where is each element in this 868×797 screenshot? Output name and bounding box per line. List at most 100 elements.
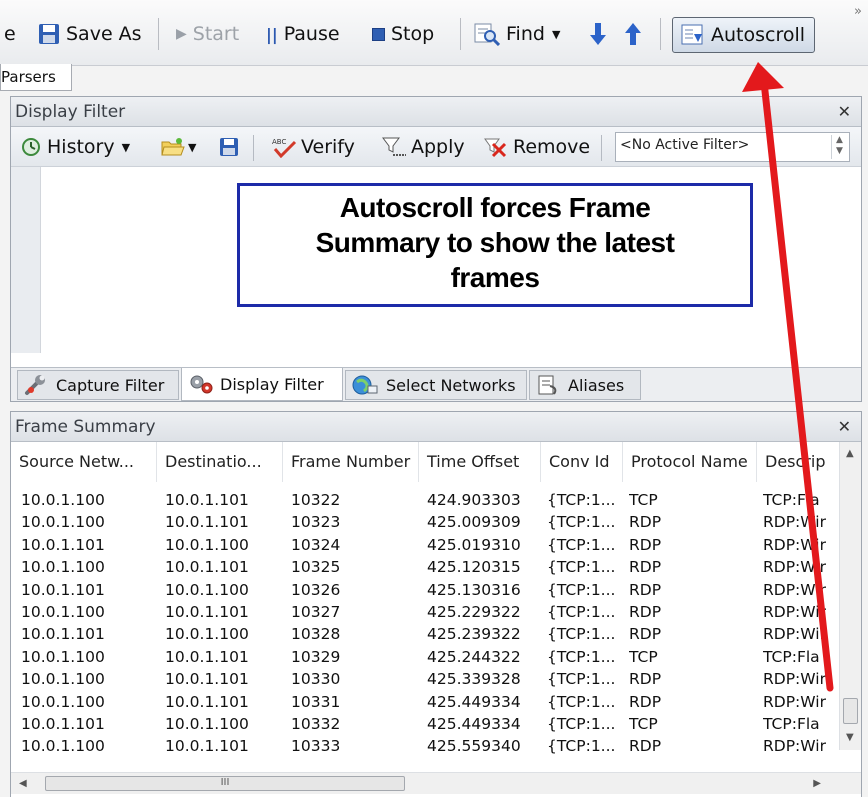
table-row[interactable]: 10.0.1.101 10.0.1.100 10332 425.449334 {TCP:… xyxy=(11,714,831,736)
column-header-frame-number[interactable]: Frame Number xyxy=(283,442,419,482)
find-label: Find xyxy=(506,23,545,45)
toolbar-separator xyxy=(253,135,254,161)
scroll-down-arrow-icon[interactable]: ▼ xyxy=(846,732,854,743)
dropdown-arrow-icon[interactable]: ▼ xyxy=(122,141,130,154)
cell-protocol-name: RDP xyxy=(629,558,662,577)
cell-source: 10.0.1.100 xyxy=(21,670,105,689)
cell-frame-number: 10333 xyxy=(291,737,341,756)
table-row[interactable]: 10.0.1.100 10.0.1.101 10323 425.009309 {TCP:… xyxy=(11,512,831,534)
table-row[interactable]: 10.0.1.100 10.0.1.101 10331 425.449334 {TCP:… xyxy=(11,692,831,714)
tab-capture-filter[interactable]: Capture Filter xyxy=(17,370,179,400)
aliases-icon xyxy=(538,375,557,395)
column-header-description[interactable]: Descrip xyxy=(757,442,831,482)
cell-source: 10.0.1.100 xyxy=(21,737,105,756)
column-header-protocol-name[interactable]: Protocol Name xyxy=(623,442,757,482)
horizontal-scrollbar[interactable]: ◀ III ▶ xyxy=(11,772,861,794)
column-header-time-offset[interactable]: Time Offset xyxy=(419,442,541,482)
find-next-button[interactable] xyxy=(590,18,606,50)
table-row[interactable]: 10.0.1.100 10.0.1.101 10329 425.244322 {TCP:… xyxy=(11,647,831,669)
vertical-scroll-thumb[interactable] xyxy=(843,698,858,724)
cell-conv-id: {TCP:1... xyxy=(547,737,616,756)
toolbar-separator xyxy=(460,18,461,50)
cell-source: 10.0.1.100 xyxy=(21,692,105,711)
vertical-scrollbar[interactable]: ▲ ▼ xyxy=(839,442,861,750)
table-row[interactable]: 10.0.1.101 10.0.1.100 10326 425.130316 {TCP:… xyxy=(11,580,831,602)
cell-destination: 10.0.1.101 xyxy=(165,491,249,509)
table-row[interactable]: 10.0.1.101 10.0.1.100 10324 425.019310 {TCP:… xyxy=(11,535,831,557)
cell-source: 10.0.1.100 xyxy=(21,603,105,621)
filter-tab-strip: Capture Filter Display Filter Select Net… xyxy=(11,367,861,401)
svg-text:ABC: ABC xyxy=(272,138,286,146)
cell-conv-id: {TCP:1... xyxy=(547,580,616,599)
dropdown-arrow-icon[interactable]: ▼ xyxy=(188,141,196,154)
column-header-destination[interactable]: Destinatio... xyxy=(157,442,283,482)
cell-conv-id: {TCP:1... xyxy=(547,535,616,554)
cell-source: 10.0.1.100 xyxy=(21,491,105,509)
active-filter-combo[interactable]: <No Active Filter> ▲ ▼ xyxy=(615,132,850,162)
scroll-right-arrow-icon[interactable]: ▶ xyxy=(813,778,821,789)
tab-parsers[interactable]: Parsers xyxy=(0,64,72,91)
tab-select-networks[interactable]: Select Networks xyxy=(345,370,527,400)
stop-button[interactable]: Stop xyxy=(372,18,434,50)
stop-icon xyxy=(372,27,385,41)
cell-source: 10.0.1.100 xyxy=(21,558,105,577)
apply-button[interactable]: Apply xyxy=(381,133,465,161)
table-row[interactable]: 10.0.1.100 10.0.1.101 10322 424.903303 {TCP:… xyxy=(11,490,831,512)
history-icon xyxy=(22,138,40,156)
save-filter-button[interactable] xyxy=(219,133,239,161)
cell-frame-number: 10330 xyxy=(291,670,341,689)
spin-control[interactable]: ▲ ▼ xyxy=(831,135,847,159)
scroll-up-arrow-icon[interactable]: ▲ xyxy=(846,448,854,459)
close-icon[interactable]: ✕ xyxy=(838,417,851,436)
stop-label: Stop xyxy=(391,23,435,45)
cell-source: 10.0.1.101 xyxy=(21,715,105,733)
cell-frame-number: 10324 xyxy=(291,535,341,554)
remove-button[interactable]: Remove xyxy=(483,133,590,161)
cell-frame-number: 10322 xyxy=(291,491,341,509)
history-button[interactable]: History ▼ xyxy=(21,133,130,161)
save-as-button[interactable]: Save As xyxy=(38,18,142,50)
open-filter-button[interactable]: ▼ xyxy=(161,133,196,161)
toolbar-separator xyxy=(158,18,159,50)
annotation-callout: Autoscroll forces Frame Summary to show … xyxy=(237,183,753,307)
table-row[interactable]: 10.0.1.100 10.0.1.101 10327 425.229322 {TCP:… xyxy=(11,602,831,624)
tab-display-filter[interactable]: Display Filter xyxy=(181,368,343,401)
find-button[interactable]: Find ▼ xyxy=(474,18,560,50)
pause-button[interactable]: || Pause xyxy=(266,18,340,50)
active-filter-value: <No Active Filter> xyxy=(620,137,750,153)
column-header-conv-id[interactable]: Conv Id xyxy=(541,442,623,482)
arrow-down-icon xyxy=(590,23,606,45)
find-previous-button[interactable] xyxy=(625,18,641,50)
cell-description: RDP:Wir xyxy=(763,692,826,711)
start-button[interactable]: ▶ Start xyxy=(176,18,239,50)
cell-conv-id: {TCP:1... xyxy=(547,491,616,509)
verify-button[interactable]: ABC Verify xyxy=(271,133,355,161)
column-header-source[interactable]: Source Netw... xyxy=(11,442,157,482)
table-row[interactable]: 10.0.1.100 10.0.1.101 10330 425.339328 {TCP:… xyxy=(11,669,831,691)
toolbar-overflow-chevron[interactable]: » xyxy=(854,4,862,19)
display-filter-title: Display Filter xyxy=(15,102,126,122)
table-row[interactable]: 10.0.1.100 10.0.1.101 10325 425.120315 {TCP:… xyxy=(11,557,831,579)
autoscroll-button[interactable]: Autoscroll xyxy=(672,17,815,53)
frame-summary-grid[interactable]: Source Netw... Destinatio... Frame Numbe… xyxy=(11,442,861,794)
remove-filter-icon xyxy=(484,138,507,158)
annotation-arrow-head xyxy=(742,62,784,92)
cell-time-offset: 425.339328 xyxy=(427,670,521,689)
cell-protocol-name: TCP xyxy=(629,647,658,666)
dropdown-arrow-icon[interactable]: ▼ xyxy=(552,28,560,41)
table-row[interactable]: 10.0.1.101 10.0.1.100 10328 425.239322 {TCP:… xyxy=(11,624,831,646)
filter-editor[interactable]: Autoscroll forces Frame Summary to show … xyxy=(11,167,861,353)
tab-select-networks-label: Select Networks xyxy=(386,375,516,395)
close-icon[interactable]: ✕ xyxy=(838,102,851,121)
editor-gutter xyxy=(11,167,41,353)
network-icon xyxy=(352,375,378,395)
table-row[interactable]: 10.0.1.100 10.0.1.101 10333 425.559340 {TCP:… xyxy=(11,736,831,758)
pause-label: Pause xyxy=(283,23,340,45)
tab-aliases[interactable]: Aliases xyxy=(529,370,641,400)
cell-description: RDP:Wir xyxy=(763,558,826,577)
cell-time-offset: 425.019310 xyxy=(427,535,521,554)
cell-protocol-name: RDP xyxy=(629,535,662,554)
horizontal-scroll-thumb[interactable]: III xyxy=(45,776,405,791)
scroll-left-arrow-icon[interactable]: ◀ xyxy=(19,778,27,789)
cell-protocol-name: TCP xyxy=(629,491,658,509)
